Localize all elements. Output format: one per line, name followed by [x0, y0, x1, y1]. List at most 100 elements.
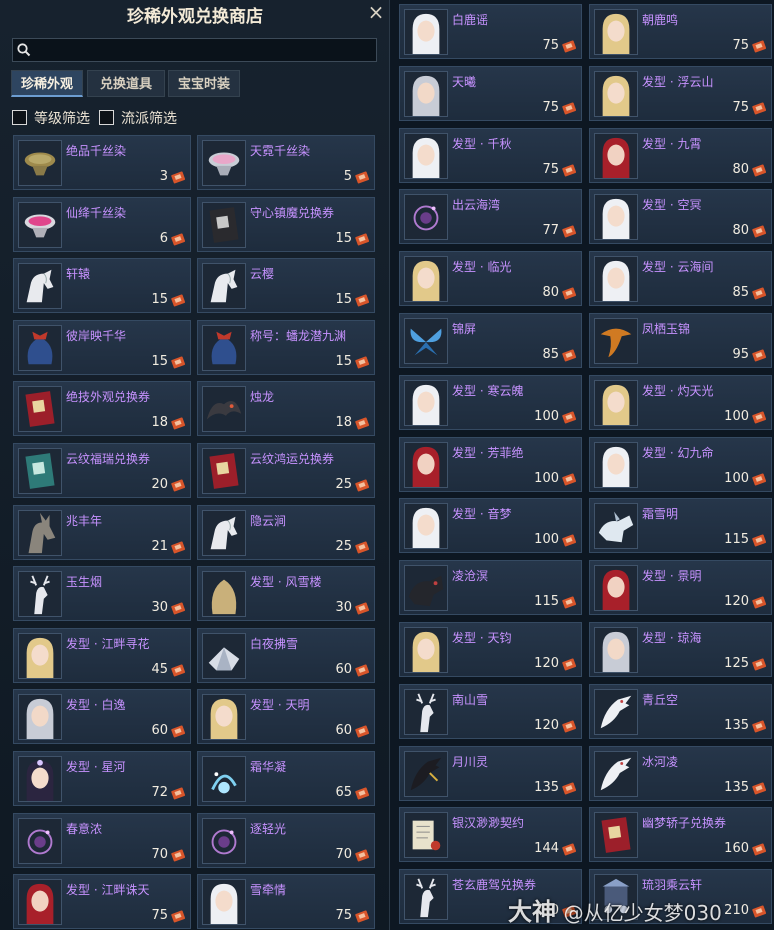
item-card[interactable]: 绝品千丝染 3 [13, 135, 191, 190]
item-card[interactable]: 烛龙 18 [197, 381, 375, 437]
item-card[interactable]: 凌沧溟 115 [399, 560, 582, 616]
item-card[interactable]: 春意浓 70 [13, 812, 191, 868]
search-input[interactable] [35, 40, 373, 60]
item-card[interactable]: 发型 · 风雪楼 30 [197, 566, 375, 622]
item-card[interactable]: 发型 · 星河 72 [13, 751, 191, 806]
item-card[interactable]: 白鹿谣 75 [399, 4, 582, 59]
item-card[interactable]: 发型 · 江畔寻花 45 [13, 627, 191, 683]
item-card[interactable]: 发型 · 琼海 125 [589, 622, 772, 677]
item-card[interactable]: 发型 · 天明 60 [197, 689, 375, 745]
item-card[interactable]: 绝技外观兑换券 18 [13, 381, 191, 437]
item-card[interactable]: 朝鹿鸣 75 [589, 4, 772, 59]
item-price: 77 [542, 223, 559, 239]
ticket-icon [355, 416, 369, 430]
item-card[interactable]: 发型 · 音梦 100 [399, 498, 582, 554]
item-card[interactable]: 白夜拂雪 60 [197, 627, 375, 683]
item-card[interactable]: 发型 · 千秋 75 [399, 127, 582, 183]
voucher-red-icon [594, 812, 638, 859]
item-name: 发型 · 九霄 [642, 136, 702, 151]
item-name: 发型 · 星河 [66, 760, 126, 774]
item-name: 月川灵 [452, 754, 489, 769]
item-card[interactable]: 发型 · 天钧 120 [399, 622, 582, 677]
item-card[interactable]: 霜雪明 115 [589, 498, 772, 554]
item-card[interactable]: 出云海湾 77 [399, 189, 582, 245]
item-card[interactable]: 守心镇魔兑换券 15 [197, 196, 375, 252]
item-card[interactable]: 发型 · 江畔诛天 75 [13, 874, 191, 930]
item-card[interactable]: 月川灵 135 [399, 745, 582, 801]
bowl-red-icon [18, 201, 62, 248]
pouch-icon [202, 324, 246, 371]
tab-pet-fashion[interactable]: 宝宝时装 [168, 70, 240, 97]
item-name: 绝品千丝染 [66, 144, 127, 158]
item-card[interactable]: 凤栖玉锦 95 [589, 313, 772, 368]
tab-exchange-items[interactable]: 兑换道具 [87, 70, 165, 97]
item-price: 160 [724, 841, 749, 857]
ticket-icon [355, 293, 369, 307]
item-card[interactable]: 轩辕 15 [13, 258, 191, 314]
close-button[interactable]: × [364, 1, 388, 25]
portrait-dark-icon [18, 756, 62, 802]
item-card[interactable]: 隐云涧 25 [197, 504, 375, 560]
school-filter[interactable]: 流派筛选 [99, 108, 181, 128]
item-card[interactable]: 幽梦轿子兑换券 160 [589, 807, 772, 863]
school-filter-checkbox[interactable] [99, 110, 114, 125]
item-card[interactable]: 逐轻光 70 [197, 812, 375, 868]
item-card[interactable]: 南山雪 120 [399, 683, 582, 739]
item-card[interactable]: 发型 · 幻九命 100 [589, 436, 772, 492]
item-name: 苍玄鹿驾兑换券 [452, 878, 537, 893]
item-price: 70 [335, 846, 352, 862]
item-card[interactable]: 发型 · 景明 120 [589, 560, 772, 616]
item-card[interactable]: 发型 · 临光 80 [399, 251, 582, 307]
level-filter-checkbox[interactable] [12, 110, 27, 125]
item-name: 凤栖玉锦 [642, 322, 691, 336]
search-box[interactable] [12, 38, 377, 62]
voucher-red-icon [18, 386, 62, 433]
item-card[interactable]: 银汉渺渺契约 144 [399, 807, 582, 863]
item-name: 琉羽乘云轩 [642, 878, 703, 893]
item-name: 发型 · 天明 [250, 698, 310, 713]
bowl-gold-icon [18, 140, 62, 186]
item-card[interactable]: 冰河凌 135 [589, 745, 772, 801]
item-price: 45 [151, 661, 168, 677]
item-card[interactable]: 发型 · 云海间 85 [589, 251, 772, 307]
watermark-user: @从亿少女梦030 [563, 901, 722, 925]
item-card[interactable]: 云樱 15 [197, 258, 375, 314]
portrait-white-icon [404, 132, 448, 179]
item-card[interactable]: 发型 · 浮云山 75 [589, 65, 772, 121]
item-name: 发型 · 音梦 [452, 507, 512, 522]
item-card[interactable]: 天曦 75 [399, 65, 582, 121]
portrait-blonde-icon [594, 70, 638, 117]
item-price: 100 [724, 408, 749, 424]
item-card[interactable]: 雪牵情 75 [197, 874, 375, 930]
item-card[interactable]: 发型 · 芳菲绝 100 [399, 436, 582, 492]
item-card[interactable]: 青丘空 135 [589, 683, 772, 739]
item-card[interactable]: 云纹福瑞兑换券 20 [13, 443, 191, 498]
item-card[interactable]: 云纹鸿运兑换券 25 [197, 443, 375, 498]
item-card[interactable]: 天霓千丝染 5 [197, 135, 375, 190]
item-price: 15 [335, 230, 352, 246]
item-card[interactable]: 发型 · 白逸 60 [13, 689, 191, 745]
item-card[interactable]: 锦屏 85 [399, 313, 582, 368]
ticket-icon [752, 842, 766, 856]
item-card[interactable]: 霜华凝 65 [197, 751, 375, 806]
item-name: 青丘空 [642, 692, 679, 707]
item-price: 75 [151, 908, 168, 924]
item-card[interactable]: 发型 · 九霄 80 [589, 127, 772, 183]
item-card[interactable]: 兆丰年 21 [13, 504, 191, 560]
tab-rare-appearance[interactable]: 珍稀外观 [11, 70, 83, 97]
item-card[interactable]: 称号：蟠龙潜九渊 15 [197, 319, 375, 375]
item-card[interactable]: 发型 · 灼天光 100 [589, 374, 772, 430]
ticket-icon [562, 348, 576, 362]
item-card[interactable]: 发型 · 空冥 80 [589, 189, 772, 245]
item-name: 出云海湾 [452, 198, 501, 213]
item-card[interactable]: 彼岸映千华 15 [13, 319, 191, 375]
item-card[interactable]: 玉生烟 30 [13, 566, 191, 622]
level-filter[interactable]: 等级筛选 [12, 108, 94, 128]
portrait-silver-icon [594, 627, 638, 673]
item-price: 144 [534, 841, 559, 857]
item-card[interactable]: 仙绛千丝染 6 [13, 196, 191, 252]
ticket-icon [752, 595, 766, 609]
item-card[interactable]: 发型 · 寒云魄 100 [399, 374, 582, 430]
item-name: 银汉渺渺契约 [452, 816, 525, 831]
magic-effect-icon [404, 194, 448, 241]
